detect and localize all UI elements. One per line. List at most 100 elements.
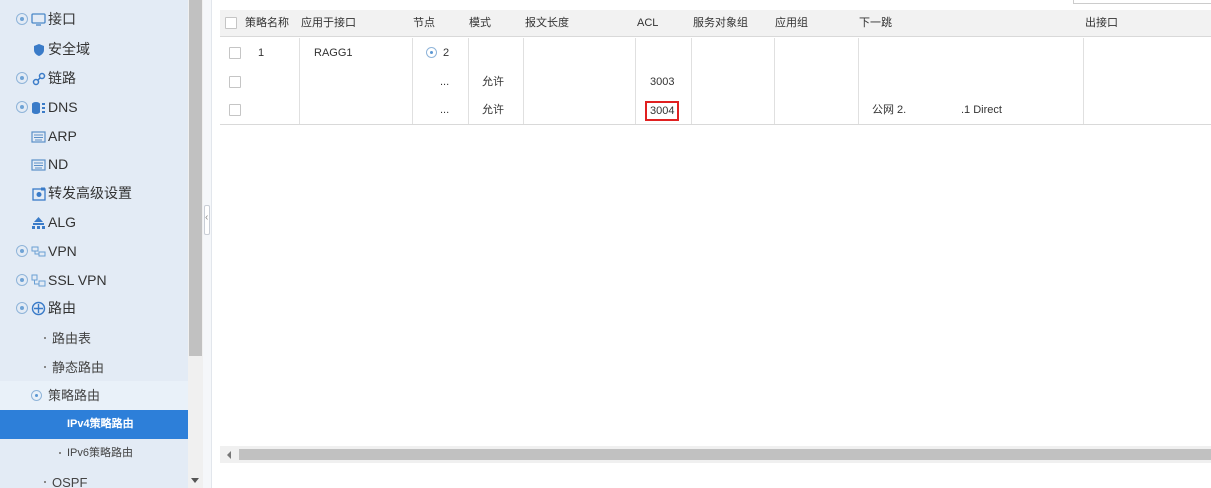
sidebar-item-route-table[interactable]: 路由表 <box>0 324 188 353</box>
sidebar-item-dns[interactable]: DNS <box>0 93 188 122</box>
route-icon <box>31 301 46 316</box>
bullet-dot <box>59 452 61 454</box>
column-header-policy-name[interactable]: 策略名称 <box>245 10 289 37</box>
sidebar-item-routing[interactable]: 路由 <box>0 294 188 323</box>
sidebar-item-nd[interactable]: ND <box>0 150 188 179</box>
sidebar-item-label: 转发高级设置 <box>48 185 132 201</box>
vpn-icon <box>31 244 46 259</box>
network-tree-icon <box>31 215 46 230</box>
scrollbar-thumb[interactable] <box>189 0 202 356</box>
bullet-dot <box>44 481 46 483</box>
expand-icon[interactable] <box>31 390 42 401</box>
shield-icon <box>31 42 46 57</box>
column-header-interface[interactable]: 应用于接口 <box>301 10 356 37</box>
node-cell: ... <box>440 76 450 88</box>
sidebar-item-label: 安全域 <box>48 41 90 57</box>
collapse-handle-icon[interactable] <box>204 205 210 235</box>
sidebar-item-label: 路由 <box>48 300 76 316</box>
search-input[interactable] <box>1073 0 1211 4</box>
sidebar-item-security-zone[interactable]: 安全域 <box>0 35 188 64</box>
row-checkbox[interactable] <box>229 76 241 88</box>
table-row[interactable]: ... 允许 3004 公网 2. .1 Direct <box>220 96 1211 125</box>
table-row-divider <box>220 124 1211 125</box>
column-header-mode[interactable]: 模式 <box>469 10 491 37</box>
sidebar-item-label: OSPF <box>52 475 88 488</box>
sidebar-item-static-route[interactable]: 静态路由 <box>0 353 188 382</box>
sidebar-item-arp[interactable]: ARP <box>0 122 188 151</box>
scroll-down-arrow-icon[interactable] <box>191 478 199 483</box>
bullet-dot <box>44 337 46 339</box>
sidebar-item-label: IPv4策略路由 <box>67 418 134 430</box>
sidebar-item-label: ALG <box>48 214 77 230</box>
sidebar-item-label: IPv6策略路由 <box>67 447 134 459</box>
sidebar-item-interface[interactable]: 接口 <box>0 5 188 34</box>
database-icon <box>31 100 46 115</box>
sidebar-item-policy-route[interactable]: 策略路由 <box>0 381 188 410</box>
column-header-node[interactable]: 节点 <box>413 10 435 37</box>
next-hop-cell-suffix: .1 Direct <box>961 104 1002 116</box>
table-header: 策略名称 应用于接口 节点 模式 报文长度 ACL 服务对象组 应用组 下一跳 … <box>220 10 1211 37</box>
scrollbar-thumb[interactable] <box>239 449 1211 460</box>
mode-cell: 允许 <box>482 104 504 116</box>
panel-splitter[interactable] <box>203 0 212 488</box>
sidebar-item-label: VPN <box>48 243 77 259</box>
expand-icon[interactable] <box>16 101 28 113</box>
column-header-packet-length[interactable]: 报文长度 <box>525 10 569 37</box>
sidebar-item-ipv6-policy-route[interactable]: IPv6策略路由 <box>0 439 188 468</box>
sidebar-item-vpn[interactable]: VPN <box>0 237 188 266</box>
expand-icon[interactable] <box>16 302 28 314</box>
keyboard-icon <box>31 129 46 144</box>
keyboard-icon <box>31 157 46 172</box>
sidebar-item-label: SSL VPN <box>48 272 107 288</box>
settings-box-icon <box>31 186 46 201</box>
sidebar-item-link[interactable]: 链路 <box>0 64 188 93</box>
next-hop-cell: 公网 2. <box>872 104 907 116</box>
select-all-checkbox[interactable] <box>225 17 237 29</box>
sidebar-item-alg[interactable]: ALG <box>0 208 188 237</box>
node-cell: 2 <box>443 47 450 59</box>
sidebar-item-label: ND <box>48 156 69 172</box>
sidebar-item-ssl-vpn[interactable]: SSL VPN <box>0 266 188 295</box>
expand-icon[interactable] <box>16 13 28 25</box>
sidebar-item-forwarding-advanced[interactable]: 转发高级设置 <box>0 179 188 208</box>
sidebar-item-label: 静态路由 <box>52 360 105 375</box>
acl-cell-highlighted: 3004 <box>645 101 680 130</box>
expand-icon[interactable] <box>16 274 28 286</box>
toolbar-strip <box>213 0 1211 6</box>
node-cell: ... <box>440 104 450 116</box>
column-header-acl[interactable]: ACL <box>637 10 658 37</box>
row-checkbox[interactable] <box>229 104 241 116</box>
sidebar-item-label: 接口 <box>48 11 76 27</box>
mode-cell: 允许 <box>482 76 504 88</box>
policy-route-table: 策略名称 应用于接口 节点 模式 报文长度 ACL 服务对象组 应用组 下一跳 … <box>220 10 1211 446</box>
sidebar-item-ospf[interactable]: OSPF <box>0 468 188 488</box>
column-header-next-hop[interactable]: 下一跳 <box>859 10 892 37</box>
row-checkbox[interactable] <box>229 47 241 59</box>
interface-cell: RAGG1 <box>314 47 353 59</box>
table-row[interactable]: ... 允许 3003 <box>220 68 1211 97</box>
sidebar-item-label: ARP <box>48 128 77 144</box>
expand-node-icon[interactable] <box>426 47 437 58</box>
acl-cell: 3003 <box>650 76 675 88</box>
sidebar-scrollbar[interactable] <box>188 0 203 488</box>
column-header-service-object-group[interactable]: 服务对象组 <box>693 10 748 37</box>
scroll-left-arrow-icon[interactable] <box>227 451 231 459</box>
expand-icon[interactable] <box>16 245 28 257</box>
sidebar-nav: 接口 安全域 链路 DNS ARP ND 转发高级设置 ALG VPN SSL … <box>0 0 188 488</box>
sidebar-item-label: 策略路由 <box>48 388 101 403</box>
acl-highlight-box: 3004 <box>645 101 680 121</box>
table-row[interactable]: 1 RAGG1 2 <box>220 39 1211 68</box>
bullet-dot <box>44 366 46 368</box>
column-header-app-group[interactable]: 应用组 <box>775 10 808 37</box>
sidebar-item-label: DNS <box>48 99 78 115</box>
sidebar-item-ipv4-policy-route[interactable]: IPv4策略路由 <box>0 410 188 439</box>
expand-icon[interactable] <box>16 72 28 84</box>
column-header-out-interface[interactable]: 出接口 <box>1085 10 1118 37</box>
main-content: 策略名称 应用于接口 节点 模式 报文长度 ACL 服务对象组 应用组 下一跳 … <box>213 0 1211 488</box>
sidebar-item-label: 路由表 <box>52 331 92 346</box>
policy-name-cell: 1 <box>258 47 265 59</box>
sidebar-item-label: 链路 <box>48 70 76 86</box>
monitor-icon <box>31 12 46 27</box>
ssl-vpn-icon <box>31 273 46 288</box>
horizontal-scrollbar[interactable] <box>220 446 1211 463</box>
